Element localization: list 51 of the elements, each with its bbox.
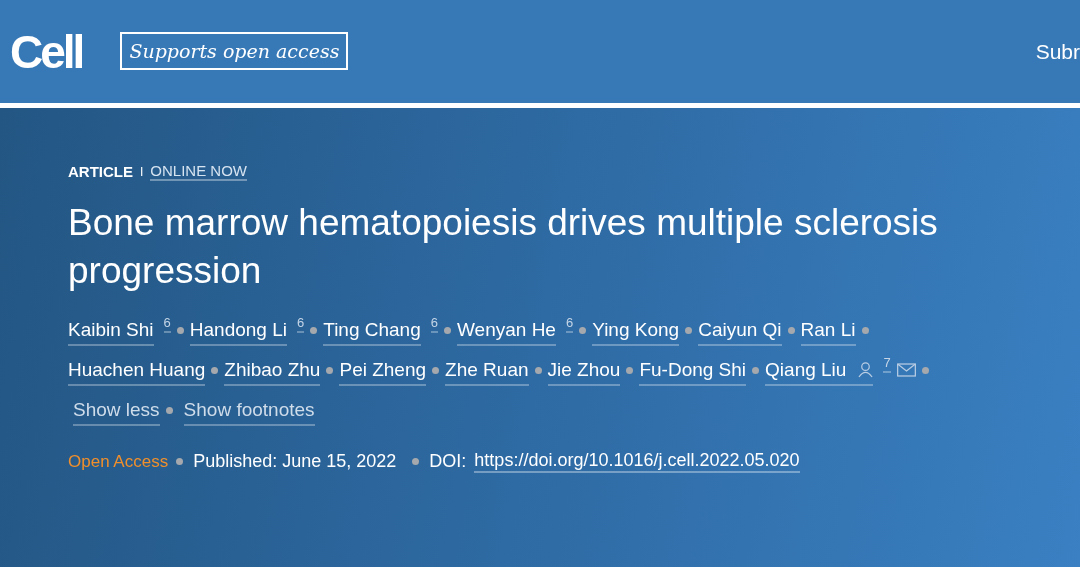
author-link[interactable]: Zhe Ruan: [445, 355, 529, 386]
bullet-dot: [685, 327, 693, 334]
bullet-dot: [211, 367, 219, 374]
bullet-dot: [787, 327, 795, 334]
toggle-link[interactable]: Show footnotes: [183, 395, 315, 426]
journal-logo[interactable]: Cell: [10, 24, 83, 79]
footnote-link[interactable]: 6: [163, 315, 171, 333]
publish-date: Published: June 15, 2022: [193, 451, 397, 472]
nav-link[interactable]: Subr: [1035, 39, 1080, 64]
bullet-dot: [412, 458, 420, 465]
person-icon: [858, 361, 874, 378]
open-access-badge: Supports open access: [120, 31, 349, 70]
mail-icon[interactable]: [896, 363, 916, 377]
author-link[interactable]: Ting Chang: [323, 315, 421, 346]
author-link[interactable]: Ying Kong: [592, 315, 680, 346]
author-link[interactable]: Caiyun Qi: [698, 315, 782, 346]
bullet-dot: [326, 367, 334, 374]
author-link[interactable]: Qiang Liu: [765, 355, 874, 386]
author-link[interactable]: Zhibao Zhu: [224, 355, 321, 386]
author-link[interactable]: Ran Li: [800, 315, 856, 346]
toggle-link[interactable]: Show less: [73, 395, 160, 426]
bullet-dot: [921, 367, 929, 374]
article-title: Bone marrow hematopoiesis drives multiple sclerosis progression: [68, 201, 939, 293]
author-link[interactable]: Handong Li: [189, 315, 287, 346]
bullet-dot: [165, 407, 173, 414]
article-status: ONLINE NOW: [150, 162, 248, 181]
footnote-link[interactable]: 6: [297, 315, 305, 333]
bullet-dot: [861, 327, 869, 334]
author-link[interactable]: Pei Zheng: [339, 355, 427, 386]
bullet-dot: [432, 367, 440, 374]
bullet-dot: [444, 327, 451, 334]
bullet-dot: [579, 327, 587, 334]
bullet-dot: [176, 458, 184, 465]
access-label: Open Access: [68, 451, 169, 472]
author-link[interactable]: Kaibin Shi: [68, 315, 154, 346]
separator: I: [140, 164, 144, 179]
bullet-dot: [310, 327, 318, 334]
author-link[interactable]: Fu-Dong Shi: [639, 355, 747, 386]
bullet-dot: [176, 327, 184, 334]
footnote-link[interactable]: 7: [883, 355, 891, 373]
doi-link[interactable]: https://doi.org/10.1016/j.cell.2022.05.020: [474, 450, 800, 473]
bullet-dot: [752, 367, 760, 374]
bullet-dot: [626, 367, 634, 374]
bullet-dot: [534, 367, 542, 374]
footnote-link[interactable]: 6: [565, 315, 574, 333]
article-type: ARTICLE: [68, 163, 133, 180]
footnote-link[interactable]: 6: [430, 315, 438, 333]
author-link[interactable]: Wenyan He: [457, 315, 556, 346]
author-link[interactable]: Huachen Huang: [68, 355, 206, 386]
doi-label: DOI:: [429, 451, 467, 472]
author-link[interactable]: Jie Zhou: [547, 355, 621, 386]
